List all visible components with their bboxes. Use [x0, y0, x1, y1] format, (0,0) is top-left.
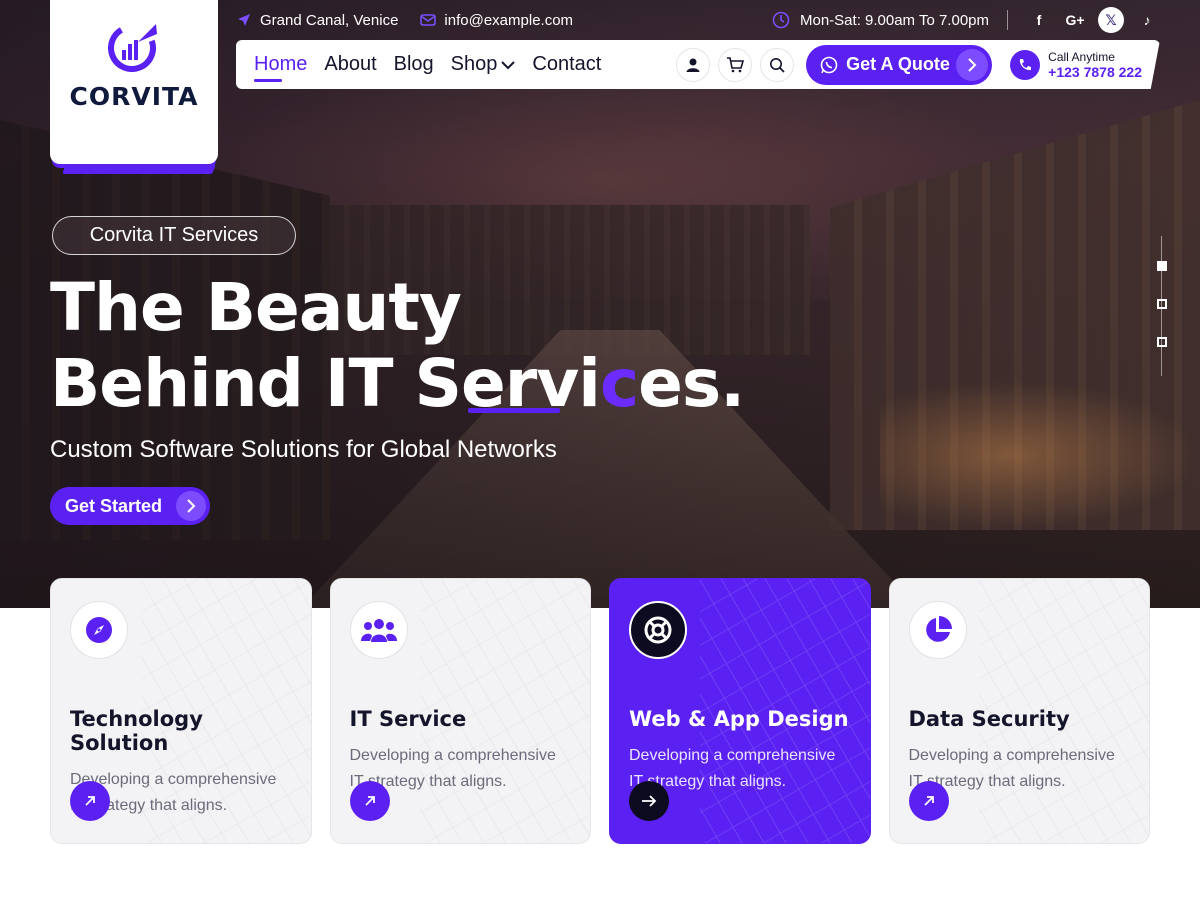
get-quote-button[interactable]: Get A Quote [806, 44, 993, 85]
hero-title-underline [468, 408, 560, 413]
whatsapp-icon [820, 56, 838, 73]
x-icon[interactable]: 𝕏 [1098, 7, 1124, 33]
hero-title-accent: c [599, 345, 639, 422]
main-nav: Home About Blog Shop Contact Get A Quote [236, 40, 1160, 89]
location-arrow-icon [236, 12, 252, 28]
slider-pagination [1154, 236, 1170, 376]
get-quote-label: Get A Quote [846, 54, 950, 74]
service-card-web-app[interactable]: Web & App Design Developing a comprehens… [609, 578, 871, 844]
facebook-icon[interactable]: f [1026, 7, 1052, 33]
arrow-up-right-icon[interactable] [908, 781, 949, 821]
hero-title-line2-end: es. [638, 345, 745, 422]
card-title: Web & App Design [629, 707, 849, 731]
top-bar-right: Mon-Sat: 9.00am To 7.00pm f G+ 𝕏 ♪ [772, 7, 1160, 33]
hero-subtitle: Custom Software Solutions for Global Net… [50, 436, 557, 463]
arrow-up-right-icon[interactable] [349, 781, 390, 821]
get-started-button[interactable]: Get Started [50, 487, 210, 525]
compass-icon [70, 601, 128, 659]
user-icon[interactable] [676, 47, 711, 82]
slider-dot-2[interactable] [1157, 299, 1167, 309]
hero-title-line2: Behind IT Services. [50, 345, 745, 422]
nav-about[interactable]: About [324, 53, 376, 76]
hero-badge: Corvita IT Services [52, 216, 296, 255]
slider-dot-1[interactable] [1157, 261, 1167, 271]
chevron-down-icon [501, 60, 516, 69]
service-card-data-security[interactable]: Data Security Developing a comprehensive… [888, 578, 1150, 844]
card-text-line1: Developing a comprehensive [908, 747, 1115, 764]
divider [1007, 10, 1008, 30]
search-icon[interactable] [760, 47, 795, 82]
pie-chart-icon [908, 601, 967, 659]
envelope-icon [420, 12, 437, 28]
hours-text: Mon-Sat: 9.00am To 7.00pm [800, 11, 989, 29]
service-card-it[interactable]: IT Service Developing a comprehensive IT… [329, 578, 591, 844]
call-anytime[interactable]: Call Anytime +123 7878 222 [1010, 49, 1142, 80]
lifebuoy-icon [629, 601, 687, 659]
nav-home[interactable]: Home [254, 53, 307, 82]
hero-title-line1: The Beauty [50, 269, 462, 346]
logo[interactable]: CORVITA [50, 0, 218, 164]
google-plus-icon[interactable]: G+ [1062, 7, 1088, 33]
arrow-up-right-icon[interactable] [70, 781, 110, 821]
email-info[interactable]: info@example.com [420, 12, 573, 29]
card-title: Technology Solution [70, 707, 203, 755]
nav-contact[interactable]: Contact [532, 53, 601, 76]
chevron-right-icon [956, 48, 989, 81]
logo-mark-icon [108, 24, 157, 72]
nav-shop-label: Shop [450, 53, 498, 75]
card-title: Data Security [908, 707, 1070, 731]
hero-title: The Beauty Behind IT Services. [50, 269, 745, 422]
card-text-line1: Developing a comprehensive [349, 747, 556, 764]
call-label: Call Anytime [1048, 49, 1115, 64]
arrow-right-icon[interactable] [629, 781, 669, 821]
tiktok-icon[interactable]: ♪ [1134, 7, 1160, 33]
slider-dot-3[interactable] [1157, 337, 1167, 347]
get-started-label: Get Started [65, 495, 163, 516]
brand-name: CORVITA [69, 82, 199, 111]
chevron-right-icon [176, 491, 206, 521]
cart-icon[interactable] [718, 47, 753, 82]
location-info: Grand Canal, Venice [236, 12, 398, 29]
phone-icon [1010, 49, 1041, 80]
nav-shop[interactable]: Shop [451, 53, 516, 76]
service-cards: Technology Solution Developing a compreh… [50, 578, 1150, 844]
location-text: Grand Canal, Venice [260, 11, 399, 29]
email-text[interactable]: info@example.com [444, 12, 573, 29]
users-icon [349, 601, 408, 659]
card-title: IT Service [349, 707, 467, 731]
clock-icon [772, 11, 790, 29]
top-bar: Grand Canal, Venice info@example.com Mon… [236, 6, 1160, 34]
card-text-line1: Developing a comprehensive [629, 747, 836, 764]
nav-actions: Get A Quote Call Anytime +123 7878 222 [676, 44, 1160, 85]
call-number[interactable]: +123 7878 222 [1048, 64, 1142, 80]
nav-blog[interactable]: Blog [394, 53, 434, 76]
service-card-technology[interactable]: Technology Solution Developing a compreh… [50, 578, 312, 844]
